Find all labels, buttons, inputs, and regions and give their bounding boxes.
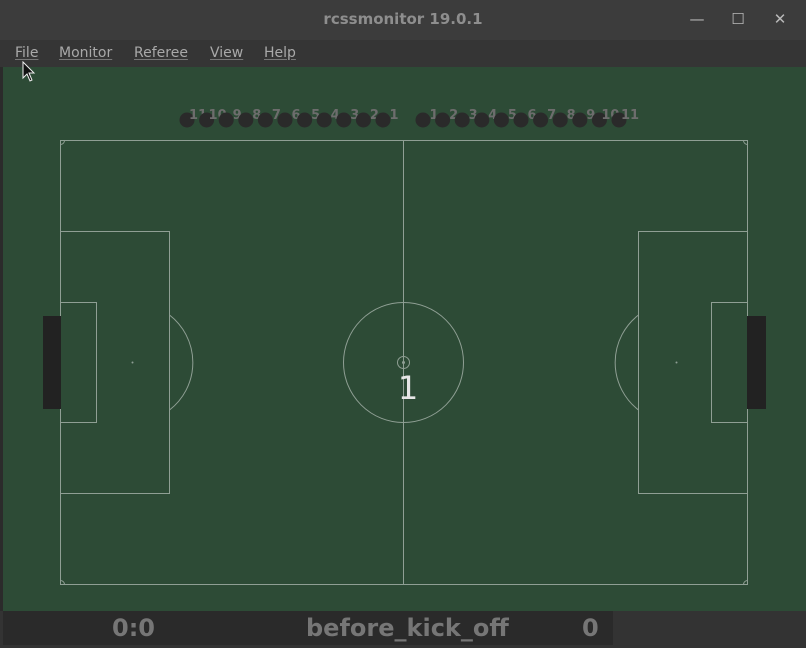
- left-player-label-1: 1: [389, 108, 398, 123]
- right-player-2: [435, 112, 451, 128]
- left-goal-area: [60, 302, 97, 423]
- center-spot: [402, 361, 405, 364]
- mouse-cursor-icon: [22, 61, 36, 82]
- left-player-1: [375, 112, 391, 128]
- corner-arc-tl: [60, 140, 65, 145]
- score-bar: 0:0 before_kick_off 0: [0, 611, 806, 648]
- left-player-6: [277, 112, 293, 128]
- game-time-text: 0: [582, 614, 599, 642]
- menu-help[interactable]: Help: [264, 45, 296, 61]
- corner-arc-br: [743, 580, 748, 585]
- left-player-8: [238, 112, 254, 128]
- score-text: 0:0: [112, 614, 155, 642]
- playmode-text: before_kick_off: [306, 614, 509, 642]
- left-goal: [43, 316, 61, 409]
- right-player-3: [454, 112, 470, 128]
- menu-view[interactable]: View: [210, 45, 243, 61]
- corner-arc-bl: [60, 580, 65, 585]
- left-player-2: [355, 112, 371, 128]
- right-player-9: [572, 112, 588, 128]
- left-player-5: [297, 112, 313, 128]
- right-player-label-11: 11: [621, 108, 639, 123]
- close-button[interactable]: ✕: [770, 9, 790, 29]
- right-player-5: [493, 112, 509, 128]
- right-player-1: [415, 112, 431, 128]
- window-titlebar: rcssmonitor 19.0.1 — ☐ ✕: [0, 0, 806, 40]
- left-penalty-spot: [131, 361, 134, 364]
- left-player-7: [257, 112, 273, 128]
- right-penalty-arc: [614, 314, 639, 411]
- right-player-8: [552, 112, 568, 128]
- left-penalty-area: [60, 231, 170, 494]
- window-title: rcssmonitor 19.0.1: [323, 10, 483, 28]
- maximize-button[interactable]: ☐: [728, 9, 748, 29]
- left-player-3: [336, 112, 352, 128]
- left-player-4: [316, 112, 332, 128]
- right-player-4: [474, 112, 490, 128]
- right-player-6: [513, 112, 529, 128]
- right-goal-area: [711, 302, 748, 423]
- right-goal: [747, 316, 766, 409]
- right-penalty-area: [638, 231, 748, 494]
- soccer-field-canvas[interactable]: 11 10 9 8 7 6 5 4 3 2 1 1 2 3 4 5 6 7 8 9 10 11 1: [3, 67, 806, 611]
- menu-file[interactable]: File: [15, 45, 38, 61]
- menu-monitor[interactable]: Monitor: [59, 45, 112, 61]
- left-player-9: [218, 112, 234, 128]
- menu-bar: File Monitor Referee View Help: [0, 40, 806, 67]
- pitch-drawing: 11 10 9 8 7 6 5 4 3 2 1 1 2 3 4 5 6 7 8 9 10 11: [43, 108, 766, 585]
- menu-referee[interactable]: Referee: [134, 45, 188, 61]
- corner-arc-tr: [743, 140, 748, 145]
- right-penalty-spot: [675, 361, 678, 364]
- right-player-7: [533, 112, 549, 128]
- left-penalty-arc: [169, 314, 194, 411]
- minimize-button[interactable]: —: [687, 9, 707, 29]
- center-number: 1: [397, 369, 419, 407]
